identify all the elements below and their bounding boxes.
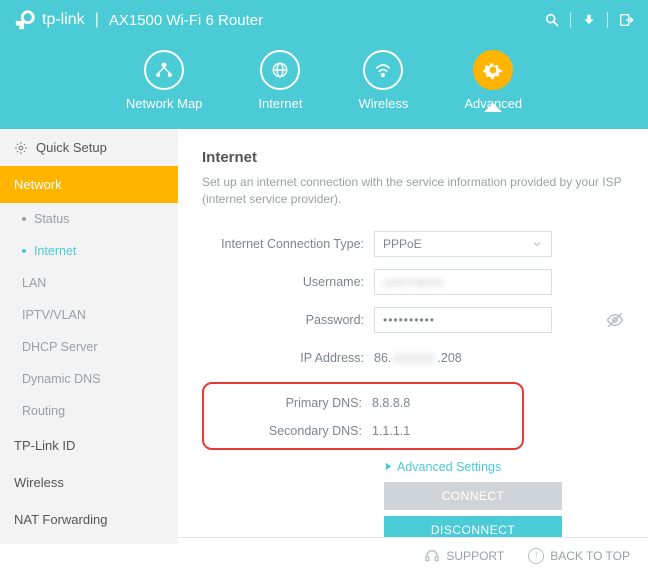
triangle-right-icon xyxy=(384,462,393,471)
wifi-icon xyxy=(373,60,393,80)
sidebar-item-label: Routing xyxy=(22,404,65,418)
nav-internet[interactable]: Internet xyxy=(258,50,302,111)
nav-label: Wireless xyxy=(359,96,409,111)
sidebar-item-label: Network xyxy=(14,177,62,192)
page-title: Internet xyxy=(202,149,624,166)
button-label: DISCONNECT xyxy=(431,523,515,537)
sidebar-nat[interactable]: NAT Forwarding xyxy=(0,501,178,538)
footer-label: SUPPORT xyxy=(446,549,504,563)
select-value: PPPoE xyxy=(383,237,422,251)
update-icon[interactable] xyxy=(581,12,597,28)
link-label: Advanced Settings xyxy=(397,460,501,474)
redacted xyxy=(393,353,435,364)
tplink-logo-icon xyxy=(14,9,36,31)
sidebar-parental[interactable]: Parental Controls xyxy=(0,538,178,544)
sidebar-internet[interactable]: Internet xyxy=(0,235,178,267)
sidebar-item-label: Dynamic DNS xyxy=(22,372,101,386)
sidebar: Quick Setup Network Status Internet LAN … xyxy=(0,129,178,544)
advanced-settings-link[interactable]: Advanced Settings xyxy=(384,460,624,474)
sidebar-item-label: Wireless xyxy=(14,475,64,490)
label-ip: IP Address: xyxy=(202,351,374,365)
nav-wireless[interactable]: Wireless xyxy=(359,50,409,111)
nav-label: Internet xyxy=(258,96,302,111)
label-primary-dns: Primary DNS: xyxy=(204,396,372,410)
sidebar-iptv[interactable]: IPTV/VLAN xyxy=(0,299,178,331)
app-header: tp-link | AX1500 Wi-Fi 6 Router Network … xyxy=(0,0,648,129)
divider: | xyxy=(95,11,99,29)
input-value: •••••••••• xyxy=(383,313,435,327)
connection-type-select[interactable]: PPPoE xyxy=(374,231,552,257)
brand: tp-link xyxy=(14,9,85,31)
main-nav: Network Map Internet Wireless Advanced xyxy=(0,40,648,129)
sidebar-item-label: NAT Forwarding xyxy=(14,512,107,527)
sidebar-routing[interactable]: Routing xyxy=(0,395,178,427)
label-secondary-dns: Secondary DNS: xyxy=(204,424,372,438)
sidebar-ddns[interactable]: Dynamic DNS xyxy=(0,363,178,395)
globe-icon xyxy=(270,60,290,80)
sidebar-wireless[interactable]: Wireless xyxy=(0,464,178,501)
nav-label: Network Map xyxy=(126,96,203,111)
password-input[interactable]: •••••••••• xyxy=(374,307,552,333)
sidebar-item-label: LAN xyxy=(22,276,46,290)
nav-advanced[interactable]: Advanced xyxy=(464,50,522,111)
main-content: Internet Set up an internet connection w… xyxy=(178,129,648,544)
sidebar-status[interactable]: Status xyxy=(0,203,178,235)
sidebar-item-label: IPTV/VLAN xyxy=(22,308,86,322)
eye-off-icon[interactable] xyxy=(606,311,624,329)
search-icon[interactable] xyxy=(544,12,560,28)
label-connection-type: Internet Connection Type: xyxy=(202,237,374,251)
sidebar-network[interactable]: Network xyxy=(0,166,178,203)
label-username: Username: xyxy=(202,275,374,289)
sidebar-quick-setup[interactable]: Quick Setup xyxy=(0,129,178,166)
footer-label: BACK TO TOP xyxy=(550,549,630,563)
chevron-down-icon xyxy=(531,238,543,250)
button-label: CONNECT xyxy=(442,489,505,503)
sidebar-tplink-id[interactable]: TP-Link ID xyxy=(0,427,178,464)
sidebar-item-label: Status xyxy=(34,212,69,226)
product-name: AX1500 Wi-Fi 6 Router xyxy=(109,12,263,29)
connect-button[interactable]: CONNECT xyxy=(384,482,562,510)
sidebar-item-label: Internet xyxy=(34,244,76,258)
sidebar-dhcp[interactable]: DHCP Server xyxy=(0,331,178,363)
network-map-icon xyxy=(154,60,174,80)
input-value: username xyxy=(383,275,444,289)
ip-value: 86..208 xyxy=(374,351,462,365)
sidebar-lan[interactable]: LAN xyxy=(0,267,178,299)
brand-name: tp-link xyxy=(42,11,85,29)
sidebar-item-label: TP-Link ID xyxy=(14,438,75,453)
footer: SUPPORT ↑ BACK TO TOP xyxy=(178,537,648,573)
sidebar-item-label: Quick Setup xyxy=(36,140,107,155)
page-description: Set up an internet connection with the s… xyxy=(202,174,624,208)
gear-icon xyxy=(14,141,28,155)
label-password: Password: xyxy=(202,313,374,327)
dns-highlight-box: Primary DNS: 8.8.8.8 Secondary DNS: 1.1.… xyxy=(202,382,524,450)
username-input[interactable]: username xyxy=(374,269,552,295)
arrow-up-icon: ↑ xyxy=(528,548,544,564)
primary-dns-value: 8.8.8.8 xyxy=(372,396,410,410)
logout-icon[interactable] xyxy=(618,12,634,28)
support-link[interactable]: SUPPORT xyxy=(424,548,504,564)
back-to-top-link[interactable]: ↑ BACK TO TOP xyxy=(528,548,630,564)
sidebar-item-label: DHCP Server xyxy=(22,340,97,354)
headset-icon xyxy=(424,548,440,564)
gear-icon xyxy=(483,60,503,80)
secondary-dns-value: 1.1.1.1 xyxy=(372,424,410,438)
header-actions xyxy=(544,12,634,28)
nav-network-map[interactable]: Network Map xyxy=(126,50,203,111)
